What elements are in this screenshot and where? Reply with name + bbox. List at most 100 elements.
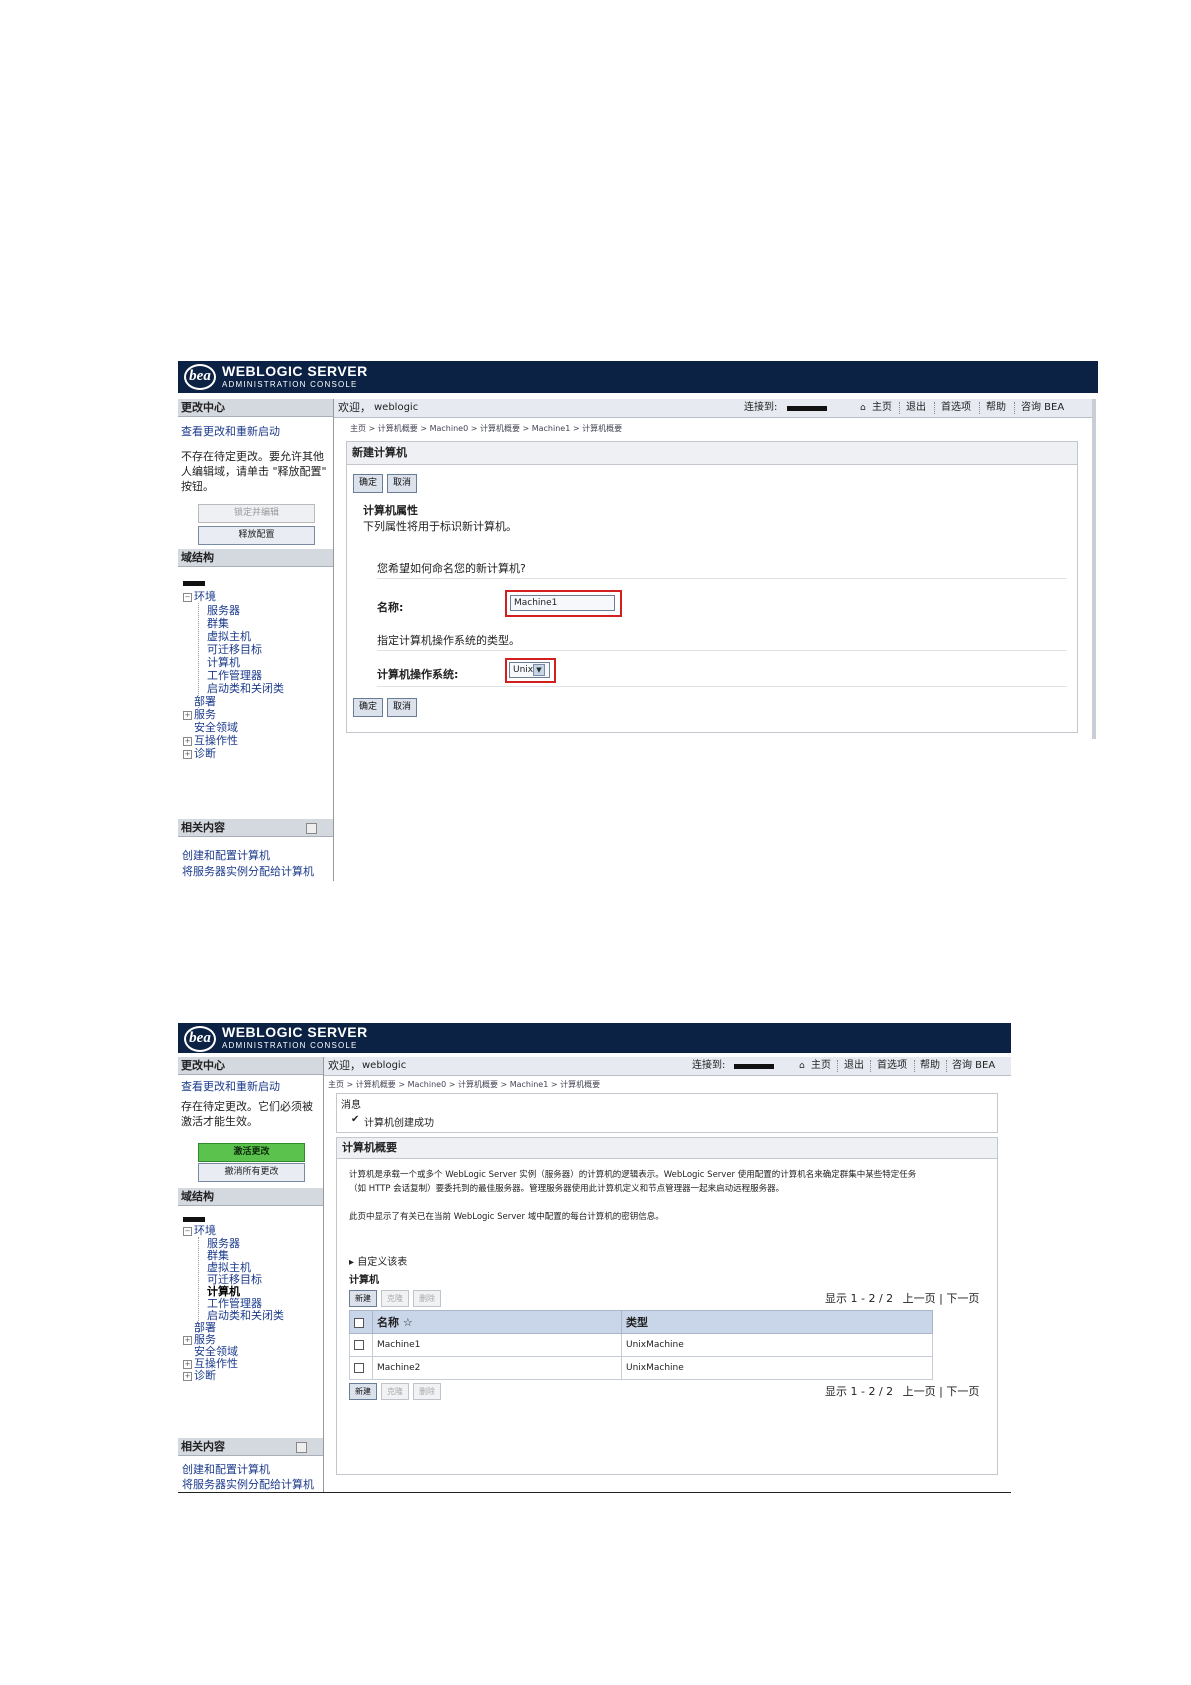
ask-bea-link[interactable]: 咨询 BEA: [952, 1057, 995, 1075]
table-row: Machine1 UnixMachine: [349, 1333, 933, 1357]
view-changes-link[interactable]: 查看更改和重新启动: [181, 1078, 280, 1094]
customize-table-link[interactable]: ▸ 自定义该表: [349, 1253, 407, 1268]
console-banner: bea WEBLOGIC SERVER ADMINISTRATION CONSO…: [178, 361, 1098, 393]
collapse-icon[interactable]: −: [183, 593, 192, 602]
ok-button[interactable]: 确定: [353, 474, 383, 493]
tree-migratable-targets[interactable]: 可迁移目标: [207, 643, 262, 656]
ask-bea-link[interactable]: 咨询 BEA: [1021, 399, 1064, 417]
tree-work-managers[interactable]: 工作管理器: [207, 669, 262, 682]
home-icon[interactable]: ⌂: [860, 399, 866, 417]
welcome-label: 欢迎，: [328, 1059, 361, 1072]
tree-servers[interactable]: 服务器: [207, 604, 240, 617]
view-changes-link[interactable]: 查看更改和重新启动: [181, 423, 280, 439]
help-link[interactable]: 帮助: [920, 1057, 940, 1075]
bottom-border: [178, 1492, 1011, 1493]
preferences-link[interactable]: 首选项: [877, 1057, 907, 1075]
divider: [946, 1060, 947, 1072]
divider: [914, 1060, 915, 1072]
next-page-link[interactable]: 下一页: [946, 1292, 979, 1305]
related-item[interactable]: 创建和配置计算机: [182, 847, 270, 863]
row-checkbox[interactable]: [354, 1339, 364, 1350]
related-item[interactable]: 将服务器实例分配给计算机: [182, 863, 314, 879]
breadcrumb[interactable]: 主页 > 计算机概要 > Machine0 > 计算机概要 > Machine1…: [350, 423, 622, 434]
left-sidebar: 更改中心 查看更改和重新启动 存在待定更改。它们必须被激活才能生效。 激活更改 …: [178, 1057, 324, 1493]
related-item[interactable]: 创建和配置计算机: [182, 1461, 270, 1477]
machine-name-link[interactable]: Machine2: [372, 1356, 622, 1380]
release-config-button[interactable]: 释放配置: [198, 526, 315, 545]
scrollbar[interactable]: [1092, 399, 1096, 739]
change-status-text: 不存在待定更改。要允许其他人编辑域，请单击 "释放配置" 按钮。: [181, 450, 327, 493]
divider: [377, 686, 1067, 687]
new-button[interactable]: 新建: [349, 1290, 377, 1307]
new-button[interactable]: 新建: [349, 1383, 377, 1400]
tree-virtual-hosts[interactable]: 虚拟主机: [207, 630, 251, 643]
pager-display: 显示 1 - 2 / 2: [825, 1292, 894, 1305]
tree-machines[interactable]: 计算机: [207, 656, 240, 669]
machine-name-link[interactable]: Machine1: [372, 1333, 622, 1357]
expand-icon[interactable]: +: [183, 737, 192, 746]
select-all-cell[interactable]: [349, 1310, 373, 1334]
ok-button[interactable]: 确定: [353, 698, 383, 717]
tree-environment[interactable]: 环境: [194, 590, 216, 603]
prev-page-link[interactable]: 上一页: [903, 1385, 936, 1398]
undo-all-changes-button[interactable]: 撤消所有更改: [198, 1163, 305, 1182]
collapse-panel-icon[interactable]: [306, 823, 317, 834]
bea-logo: bea: [184, 364, 216, 390]
brand-title: WEBLOGIC SERVER: [222, 363, 368, 379]
machine-type: UnixMachine: [621, 1356, 933, 1380]
customize-table-label: 自定义该表: [357, 1257, 408, 1268]
row-select-cell[interactable]: [349, 1333, 373, 1357]
expand-icon[interactable]: +: [183, 1372, 192, 1381]
breadcrumb[interactable]: 主页 > 计算机概要 > Machine0 > 计算机概要 > Machine1…: [328, 1079, 600, 1090]
panel-title: 计算机概要: [337, 1138, 997, 1159]
tree-interoperability[interactable]: 互操作性: [194, 734, 238, 747]
cancel-button[interactable]: 取消: [387, 698, 417, 717]
logout-link[interactable]: 退出: [844, 1057, 864, 1075]
username: weblogic: [362, 1060, 407, 1071]
prev-page-link[interactable]: 上一页: [903, 1292, 936, 1305]
home-link[interactable]: 主页: [872, 399, 892, 417]
column-type[interactable]: 类型: [621, 1310, 933, 1334]
dropdown-arrow-icon[interactable]: ▼: [533, 664, 545, 676]
summary-description: （如 HTTP 会话复制）要委托到的最佳服务器。管理服务器使用此计算机定义和节点…: [349, 1184, 785, 1194]
preferences-link[interactable]: 首选项: [941, 399, 971, 417]
clone-button[interactable]: 克隆: [381, 1383, 409, 1400]
domain-structure-header: 域结构: [178, 1188, 323, 1206]
expand-icon[interactable]: +: [183, 1336, 192, 1345]
row-checkbox[interactable]: [354, 1362, 364, 1373]
name-input[interactable]: Machine1: [510, 595, 615, 611]
tree-clusters[interactable]: 群集: [207, 617, 229, 630]
help-link[interactable]: 帮助: [986, 399, 1006, 417]
home-link[interactable]: 主页: [811, 1057, 831, 1075]
tree-deployments[interactable]: 部署: [194, 695, 216, 708]
tree-services[interactable]: 服务: [194, 708, 216, 721]
related-item[interactable]: 将服务器实例分配给计算机: [182, 1476, 314, 1492]
table-header-row: 名称 ☆ 类型: [349, 1310, 933, 1334]
next-page-link[interactable]: 下一页: [946, 1385, 979, 1398]
tree-startup-shutdown[interactable]: 启动类和关闭类: [207, 1309, 284, 1322]
lock-edit-button[interactable]: 锁定并编辑: [198, 504, 315, 523]
expand-icon[interactable]: +: [183, 711, 192, 720]
collapse-panel-icon[interactable]: [296, 1442, 307, 1453]
panel-title: 新建计算机: [347, 442, 1077, 465]
expand-icon[interactable]: +: [183, 750, 192, 759]
pager-display: 显示 1 - 2 / 2: [825, 1385, 894, 1398]
tree-security-realms[interactable]: 安全领域: [194, 721, 238, 734]
logout-link[interactable]: 退出: [906, 399, 926, 417]
column-name[interactable]: 名称 ☆: [372, 1310, 622, 1334]
tree-startup-shutdown[interactable]: 启动类和关闭类: [207, 682, 284, 695]
home-icon[interactable]: ⌂: [799, 1057, 805, 1075]
summary-description: 计算机是承载一个或多个 WebLogic Server 实例（服务器）的计算机的…: [349, 1170, 917, 1180]
tree-diagnostics[interactable]: 诊断: [194, 747, 216, 760]
cancel-button[interactable]: 取消: [387, 474, 417, 493]
activate-changes-button[interactable]: 激活更改: [198, 1143, 305, 1162]
clone-button[interactable]: 克隆: [381, 1290, 409, 1307]
expand-icon[interactable]: +: [183, 1360, 192, 1369]
delete-button[interactable]: 删除: [413, 1383, 441, 1400]
tree-diagnostics[interactable]: 诊断: [194, 1369, 216, 1382]
row-select-cell[interactable]: [349, 1356, 373, 1380]
select-all-checkbox[interactable]: [354, 1317, 364, 1328]
tree-environment[interactable]: 环境: [194, 1224, 216, 1237]
collapse-icon[interactable]: −: [183, 1227, 192, 1236]
delete-button[interactable]: 删除: [413, 1290, 441, 1307]
